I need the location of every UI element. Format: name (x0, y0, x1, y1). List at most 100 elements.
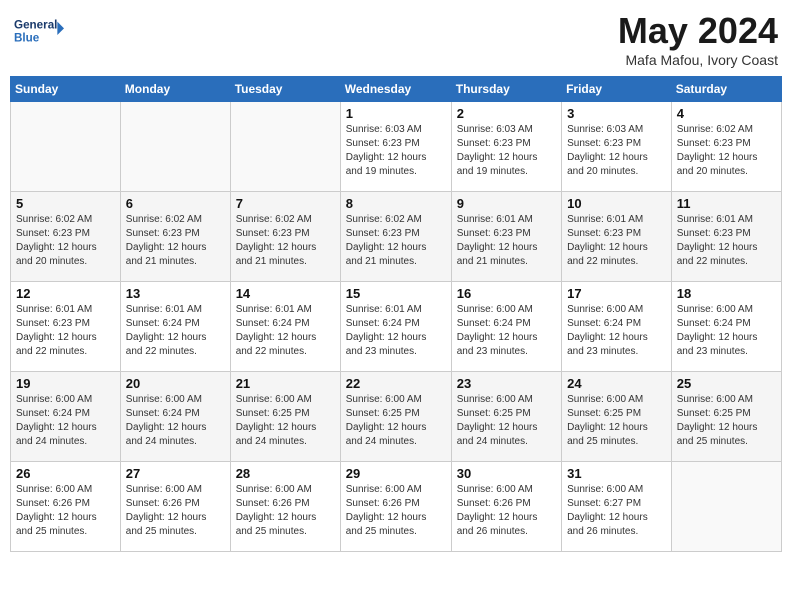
calendar-cell: 15 Sunrise: 6:01 AM Sunset: 6:24 PM Dayli… (340, 282, 451, 372)
calendar-cell: 8 Sunrise: 6:02 AM Sunset: 6:23 PM Daylig… (340, 192, 451, 282)
day-info: Sunrise: 6:02 AM Sunset: 6:23 PM Dayligh… (16, 213, 115, 269)
day-number: 31 (567, 466, 666, 481)
day-info: Sunrise: 6:00 AM Sunset: 6:25 PM Dayligh… (236, 393, 335, 449)
day-info: Sunrise: 6:00 AM Sunset: 6:24 PM Dayligh… (677, 303, 776, 359)
calendar-cell: 21 Sunrise: 6:00 AM Sunset: 6:25 PM Dayli… (230, 372, 340, 462)
calendar-week-row: 12 Sunrise: 6:01 AM Sunset: 6:23 PM Dayli… (11, 282, 782, 372)
day-info: Sunrise: 6:00 AM Sunset: 6:25 PM Dayligh… (346, 393, 446, 449)
day-number: 2 (457, 106, 556, 121)
calendar-cell: 28Sunrise: 6:00 AM Sunset: 6:26 PM Dayli… (230, 462, 340, 552)
calendar-cell: 6Sunrise: 6:02 AM Sunset: 6:23 PM Daylig… (120, 192, 230, 282)
calendar-cell: 2 Sunrise: 6:03 AM Sunset: 6:23 PM Daylig… (451, 102, 561, 192)
calendar-week-row: 19 Sunrise: 6:00 AM Sunset: 6:24 PM Dayli… (11, 372, 782, 462)
weekday-header: Friday (562, 77, 672, 102)
day-number: 3 (567, 106, 666, 121)
calendar-cell: 31 Sunrise: 6:00 AM Sunset: 6:27 PM Dayli… (562, 462, 672, 552)
svg-text:General: General (14, 18, 57, 31)
day-number: 23 (457, 376, 556, 391)
day-number: 14 (236, 286, 335, 301)
calendar-cell: 25 Sunrise: 6:00 AM Sunset: 6:25 PM Dayli… (671, 372, 781, 462)
day-info: Sunrise: 6:00 AM Sunset: 6:26 PM Dayligh… (126, 483, 225, 539)
day-info: Sunrise: 6:02 AM Sunset: 6:23 PM Dayligh… (236, 213, 335, 269)
day-info: Sunrise: 6:02 AM Sunset: 6:23 PM Dayligh… (677, 123, 776, 179)
calendar-cell (230, 102, 340, 192)
day-info: Sunrise: 6:00 AM Sunset: 6:26 PM Dayligh… (236, 483, 335, 539)
calendar-cell: 14Sunrise: 6:01 AM Sunset: 6:24 PM Dayli… (230, 282, 340, 372)
day-number: 30 (457, 466, 556, 481)
calendar-cell: 4Sunrise: 6:02 AM Sunset: 6:23 PM Daylig… (671, 102, 781, 192)
weekday-header: Saturday (671, 77, 781, 102)
logo: General Blue (14, 10, 64, 50)
day-number: 1 (346, 106, 446, 121)
day-number: 7 (236, 196, 335, 211)
weekday-header: Tuesday (230, 77, 340, 102)
day-number: 29 (346, 466, 446, 481)
day-info: Sunrise: 6:00 AM Sunset: 6:26 PM Dayligh… (457, 483, 556, 539)
day-info: Sunrise: 6:00 AM Sunset: 6:27 PM Dayligh… (567, 483, 666, 539)
calendar-cell: 12 Sunrise: 6:01 AM Sunset: 6:23 PM Dayli… (11, 282, 121, 372)
day-info: Sunrise: 6:00 AM Sunset: 6:24 PM Dayligh… (567, 303, 666, 359)
day-number: 16 (457, 286, 556, 301)
calendar-cell: 7 Sunrise: 6:02 AM Sunset: 6:23 PM Daylig… (230, 192, 340, 282)
day-number: 10 (567, 196, 666, 211)
calendar-cell: 11Sunrise: 6:01 AM Sunset: 6:23 PM Dayli… (671, 192, 781, 282)
day-number: 21 (236, 376, 335, 391)
calendar-week-row: 26 Sunrise: 6:00 AM Sunset: 6:26 PM Dayli… (11, 462, 782, 552)
title-block: May 2024 Mafa Mafou, Ivory Coast (618, 10, 778, 68)
calendar-cell: 23 Sunrise: 6:00 AM Sunset: 6:25 PM Dayli… (451, 372, 561, 462)
calendar-cell: 10Sunrise: 6:01 AM Sunset: 6:23 PM Dayli… (562, 192, 672, 282)
day-info: Sunrise: 6:00 AM Sunset: 6:25 PM Dayligh… (567, 393, 666, 449)
calendar-cell: 16 Sunrise: 6:00 AM Sunset: 6:24 PM Dayli… (451, 282, 561, 372)
day-info: Sunrise: 6:03 AM Sunset: 6:23 PM Dayligh… (567, 123, 666, 179)
day-info: Sunrise: 6:01 AM Sunset: 6:23 PM Dayligh… (16, 303, 115, 359)
day-number: 9 (457, 196, 556, 211)
day-info: Sunrise: 6:03 AM Sunset: 6:23 PM Dayligh… (346, 123, 446, 179)
calendar-cell: 20Sunrise: 6:00 AM Sunset: 6:24 PM Dayli… (120, 372, 230, 462)
calendar-cell: 19 Sunrise: 6:00 AM Sunset: 6:24 PM Dayli… (11, 372, 121, 462)
day-number: 24 (567, 376, 666, 391)
calendar-cell: 9 Sunrise: 6:01 AM Sunset: 6:23 PM Daylig… (451, 192, 561, 282)
day-info: Sunrise: 6:01 AM Sunset: 6:24 PM Dayligh… (126, 303, 225, 359)
day-number: 26 (16, 466, 115, 481)
calendar-cell: 5Sunrise: 6:02 AM Sunset: 6:23 PM Daylig… (11, 192, 121, 282)
title-location: Mafa Mafou, Ivory Coast (618, 52, 778, 68)
day-number: 17 (567, 286, 666, 301)
day-number: 19 (16, 376, 115, 391)
weekday-header: Thursday (451, 77, 561, 102)
day-number: 6 (126, 196, 225, 211)
day-number: 12 (16, 286, 115, 301)
day-info: Sunrise: 6:00 AM Sunset: 6:25 PM Dayligh… (457, 393, 556, 449)
day-number: 15 (346, 286, 446, 301)
weekday-header: Sunday (11, 77, 121, 102)
day-info: Sunrise: 6:00 AM Sunset: 6:24 PM Dayligh… (126, 393, 225, 449)
day-number: 13 (126, 286, 225, 301)
weekday-header: Wednesday (340, 77, 451, 102)
page-header: General Blue May 2024 Mafa Mafou, Ivory … (10, 10, 782, 68)
day-number: 8 (346, 196, 446, 211)
weekday-header-row: SundayMondayTuesdayWednesdayThursdayFrid… (11, 77, 782, 102)
day-info: Sunrise: 6:00 AM Sunset: 6:25 PM Dayligh… (677, 393, 776, 449)
calendar-cell (11, 102, 121, 192)
day-number: 27 (126, 466, 225, 481)
calendar-cell: 29 Sunrise: 6:00 AM Sunset: 6:26 PM Dayli… (340, 462, 451, 552)
day-info: Sunrise: 6:01 AM Sunset: 6:23 PM Dayligh… (457, 213, 556, 269)
day-info: Sunrise: 6:01 AM Sunset: 6:24 PM Dayligh… (346, 303, 446, 359)
day-info: Sunrise: 6:00 AM Sunset: 6:26 PM Dayligh… (16, 483, 115, 539)
day-number: 25 (677, 376, 776, 391)
day-info: Sunrise: 6:00 AM Sunset: 6:26 PM Dayligh… (346, 483, 446, 539)
calendar-table: SundayMondayTuesdayWednesdayThursdayFrid… (10, 76, 782, 552)
day-info: Sunrise: 6:00 AM Sunset: 6:24 PM Dayligh… (457, 303, 556, 359)
logo-svg: General Blue (14, 10, 64, 50)
calendar-cell: 27 Sunrise: 6:00 AM Sunset: 6:26 PM Dayli… (120, 462, 230, 552)
calendar-cell: 13 Sunrise: 6:01 AM Sunset: 6:24 PM Dayli… (120, 282, 230, 372)
day-number: 18 (677, 286, 776, 301)
day-number: 22 (346, 376, 446, 391)
day-info: Sunrise: 6:03 AM Sunset: 6:23 PM Dayligh… (457, 123, 556, 179)
calendar-cell: 3 Sunrise: 6:03 AM Sunset: 6:23 PM Daylig… (562, 102, 672, 192)
calendar-week-row: 1 Sunrise: 6:03 AM Sunset: 6:23 PM Daylig… (11, 102, 782, 192)
calendar-cell: 17 Sunrise: 6:00 AM Sunset: 6:24 PM Dayli… (562, 282, 672, 372)
day-info: Sunrise: 6:00 AM Sunset: 6:24 PM Dayligh… (16, 393, 115, 449)
day-info: Sunrise: 6:01 AM Sunset: 6:23 PM Dayligh… (677, 213, 776, 269)
day-info: Sunrise: 6:02 AM Sunset: 6:23 PM Dayligh… (346, 213, 446, 269)
title-month: May 2024 (618, 10, 778, 52)
